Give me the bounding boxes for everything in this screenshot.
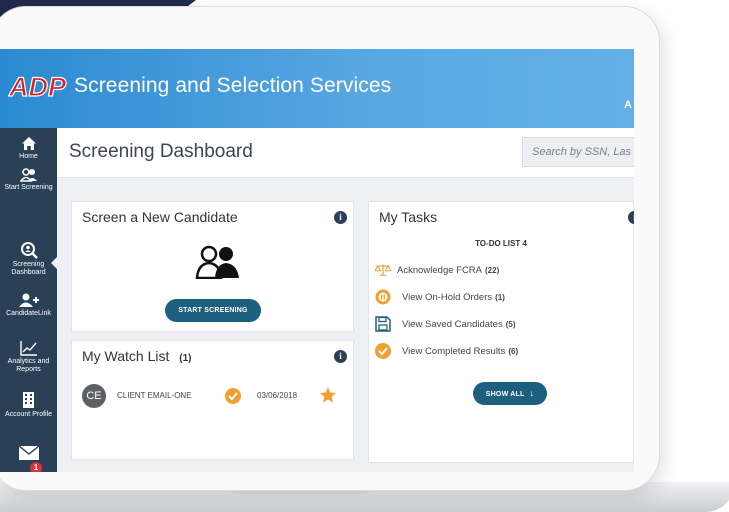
candidates-icon [195,245,239,279]
info-icon[interactable]: i [628,211,634,224]
task-label: View Completed Results (6) [402,346,518,357]
active-nav-pointer [51,256,58,270]
task-label: View On-Hold Orders (1) [402,292,505,303]
check-icon [375,343,391,359]
search-people-icon [20,242,38,259]
task-text: Acknowledge FCRA [397,265,483,276]
sidebar: Home Start Screening Screening Dashboard… [0,128,58,472]
task-label: View Saved Candidates (5) [402,319,515,330]
sidebar-item-label: CandidateLink [6,310,51,317]
task-view-on-hold-orders[interactable]: View On-Hold Orders (1) [375,289,625,305]
sidebar-item-analytics[interactable]: Analytics and Reports [0,340,57,374]
sidebar-item-candidatelink[interactable]: CandidateLink [0,293,57,318]
my-tasks-card: My Tasks i TO-DO LIST 4 Acknowledge FCRA… [368,201,634,463]
people-icon [19,168,37,182]
task-text: View Completed Results [402,346,506,357]
avatar: CE [82,384,106,408]
list-item[interactable]: CE CLIENT EMAIL-ONE 03/06/2018 [82,384,352,408]
laptop-frame: ADP Screening and Selection Services A H… [0,6,660,491]
show-all-button[interactable]: SHOW ALL ↓ [473,382,547,405]
save-icon [375,316,391,332]
mail-icon [18,446,39,460]
sidebar-item-label: Analytics and Reports [7,358,50,373]
sidebar-item-start-screening[interactable]: Start Screening [0,168,57,192]
task-count: (1) [495,293,505,302]
sidebar-item-messages[interactable]: 1 [0,446,57,472]
card-title: My Watch List (1) [82,348,192,364]
star-icon[interactable] [319,386,337,404]
arrow-down-icon: ↓ [529,388,535,398]
info-icon[interactable]: i [334,211,347,224]
show-all-label: SHOW ALL [485,391,525,398]
check-icon [225,388,241,404]
notification-badge: 1 [30,462,42,472]
home-icon [21,137,36,150]
todo-list-heading: TO-DO LIST 4 [475,239,527,248]
user-menu-fragment[interactable]: A [624,99,632,111]
sidebar-item-label: Home [19,153,38,160]
info-icon[interactable]: i [334,350,347,363]
pause-icon [375,289,391,305]
task-count: (6) [508,347,519,356]
watch-list-card: My Watch List (1) i CE CLIENT EMAIL-ONE … [71,340,354,460]
watch-list-title: My Watch List [82,348,170,364]
page-title: Screening Dashboard [69,141,253,162]
sidebar-item-label: Account Profile [4,411,53,418]
screen-candidate-card: Screen a New Candidate i START SCREENING [71,201,354,332]
building-icon [23,392,34,408]
task-acknowledge-fcra[interactable]: Acknowledge FCRA (22) [375,262,625,278]
card-title: My Tasks [379,209,438,225]
task-view-saved-candidates[interactable]: View Saved Candidates (5) [375,316,625,332]
task-text: View Saved Candidates [402,319,503,330]
task-label: Acknowledge FCRA (22) [397,265,499,276]
app-header: ADP Screening and Selection Services A [0,49,634,128]
sidebar-item-screening-dashboard[interactable]: Screening Dashboard [0,241,57,277]
line-chart-icon [19,341,37,356]
app-screen: ADP Screening and Selection Services A H… [0,49,634,472]
sidebar-item-account-profile[interactable]: Account Profile [0,391,57,419]
watch-list-count: (1) [179,353,192,364]
candidate-name[interactable]: CLIENT EMAIL-ONE [117,391,192,400]
task-count: (5) [505,320,516,329]
card-title: Screen a New Candidate [82,209,238,225]
search-input[interactable]: Search by SSN, Las [522,137,634,167]
candidate-date: 03/06/2018 [257,391,298,400]
sidebar-item-label: Start Screening [4,184,53,191]
scales-icon [375,264,391,276]
sidebar-item-home[interactable]: Home [0,136,57,161]
start-screening-button[interactable]: START SCREENING [165,299,261,322]
task-count: (22) [485,266,500,275]
adp-logo[interactable]: ADP [8,71,68,103]
stage: ADP Screening and Selection Services A H… [0,0,729,512]
task-text: View On-Hold Orders [402,292,493,303]
add-user-icon [18,293,39,307]
svg-text:ADP: ADP [8,72,67,102]
sidebar-item-label: Screening Dashboard [11,261,46,276]
task-view-completed-results[interactable]: View Completed Results (6) [375,343,625,359]
dashboard-header: Screening Dashboard Search by SSN, Las [57,128,634,178]
app-title: Screening and Selection Services [74,74,392,97]
